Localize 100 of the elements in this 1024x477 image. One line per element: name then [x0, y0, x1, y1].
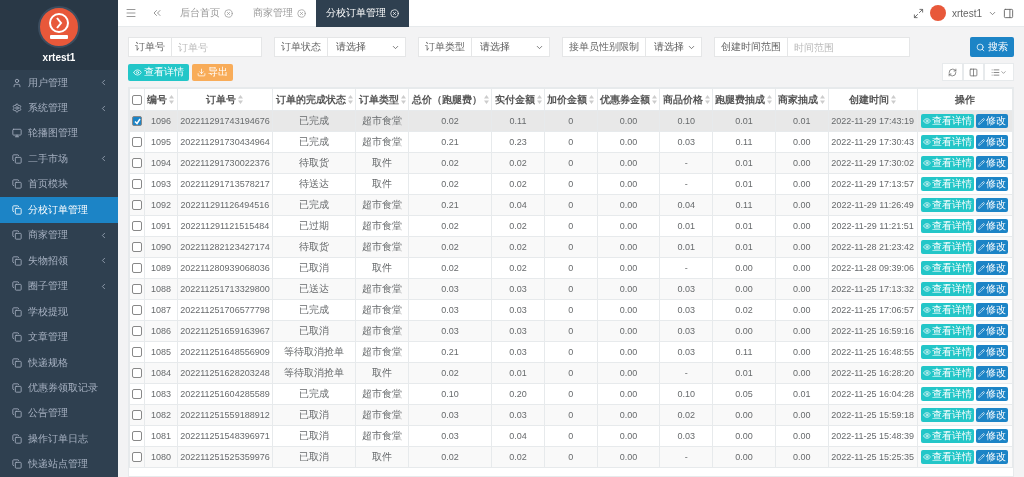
- sidebar-item[interactable]: 分校订单管理: [0, 197, 118, 223]
- checkbox[interactable]: [132, 200, 143, 210]
- edit-button[interactable]: 修改: [976, 450, 1009, 465]
- tab[interactable]: 后台首页: [170, 0, 243, 27]
- edit-button[interactable]: 修改: [976, 177, 1009, 192]
- checkbox[interactable]: [132, 452, 143, 462]
- search-button[interactable]: 搜索: [970, 37, 1014, 57]
- column-header[interactable]: 商品价格: [659, 88, 713, 111]
- sidebar-item[interactable]: 优惠券领取记录: [0, 375, 118, 401]
- view-detail-button[interactable]: 查看详情: [921, 134, 975, 149]
- table-cell: 0.00: [775, 425, 829, 447]
- columns-icon[interactable]: [963, 63, 984, 81]
- column-header[interactable]: 编号: [144, 88, 178, 111]
- checkbox[interactable]: [132, 158, 143, 168]
- column-header[interactable]: 实付金额: [491, 88, 545, 111]
- edit-button[interactable]: 修改: [976, 324, 1009, 339]
- column-header[interactable]: 操作: [917, 88, 1013, 111]
- sidebar-item[interactable]: 系统管理: [0, 95, 118, 121]
- edit-button[interactable]: 修改: [976, 219, 1009, 234]
- list-icon[interactable]: [984, 63, 1014, 81]
- edit-button[interactable]: 修改: [976, 282, 1009, 297]
- sidebar-item[interactable]: 公告管理: [0, 400, 118, 427]
- table-cell: 0.03: [491, 278, 545, 300]
- checkbox[interactable]: [132, 389, 143, 399]
- edit-button[interactable]: 修改: [976, 345, 1009, 360]
- table-cell: 0.04: [659, 194, 713, 216]
- column-header[interactable]: 订单类型: [355, 88, 409, 111]
- column-header[interactable]: 加价金额: [544, 88, 598, 111]
- user-menu[interactable]: xrtest1: [952, 7, 982, 19]
- edit-button[interactable]: 修改: [976, 387, 1009, 402]
- column-header[interactable]: 跑腿费抽成: [712, 88, 776, 111]
- sidebar-item[interactable]: 轮播图管理: [0, 120, 118, 147]
- checkbox[interactable]: [132, 179, 143, 189]
- view-detail-button[interactable]: 查看详情: [921, 323, 975, 338]
- edit-button[interactable]: 修改: [976, 366, 1009, 381]
- checkbox[interactable]: [132, 347, 143, 357]
- column-header[interactable]: 订单号: [177, 88, 273, 111]
- sidebar-item[interactable]: 文章管理: [0, 324, 118, 350]
- checkbox[interactable]: [132, 284, 143, 294]
- checkbox[interactable]: [132, 137, 143, 147]
- view-detail-button[interactable]: 查看详情: [921, 260, 975, 275]
- checkbox[interactable]: [132, 116, 143, 126]
- avatar[interactable]: [930, 5, 946, 21]
- view-detail-button[interactable]: 查看详情: [921, 176, 975, 191]
- tab[interactable]: 商家管理: [243, 0, 316, 27]
- view-detail-button[interactable]: 查看详情: [921, 218, 975, 233]
- column-header[interactable]: 创建时间: [828, 88, 918, 111]
- fullscreen-icon[interactable]: [913, 7, 924, 19]
- checkbox[interactable]: [132, 242, 143, 252]
- checkbox[interactable]: [132, 94, 143, 105]
- view-detail-button[interactable]: 查看详情: [921, 197, 975, 212]
- view-detail-button[interactable]: 查看详情: [921, 365, 975, 380]
- column-header[interactable]: 总价（跑腿费）: [408, 88, 492, 111]
- sidebar-item[interactable]: 失物招领: [0, 248, 118, 274]
- view-detail-button[interactable]: 查看详情: [921, 449, 975, 464]
- edit-button[interactable]: 修改: [976, 303, 1009, 318]
- checkbox[interactable]: [132, 305, 143, 315]
- sidebar-item[interactable]: 二手市场: [0, 146, 118, 172]
- sidebar-item[interactable]: 首页模块: [0, 171, 118, 198]
- sidebar-item[interactable]: 学校提现: [0, 298, 118, 325]
- sidebar-item[interactable]: 用户管理: [0, 69, 118, 96]
- edit-button[interactable]: 修改: [976, 429, 1009, 444]
- view-detail-button[interactable]: 查看详情: [128, 63, 189, 81]
- table-cell: 0.02: [491, 152, 545, 174]
- checkbox[interactable]: [132, 410, 143, 420]
- checkbox[interactable]: [132, 431, 143, 441]
- edit-button[interactable]: 修改: [976, 198, 1009, 213]
- column-header[interactable]: 商家抽成: [775, 88, 829, 111]
- edit-button[interactable]: 修改: [976, 408, 1009, 423]
- view-detail-button[interactable]: 查看详情: [921, 155, 975, 170]
- checkbox[interactable]: [132, 221, 143, 231]
- column-header[interactable]: 优惠券金额: [597, 88, 660, 111]
- tab[interactable]: 分校订单管理: [316, 0, 409, 27]
- sidebar-item[interactable]: 快递站点管理: [0, 451, 118, 477]
- sidebar-item[interactable]: 操作订单日志: [0, 426, 118, 452]
- edit-button[interactable]: 修改: [976, 261, 1009, 276]
- table-cell: 超市食堂: [355, 194, 409, 216]
- column-header[interactable]: 订单的完成状态: [272, 88, 356, 111]
- view-detail-button[interactable]: 查看详情: [921, 407, 975, 422]
- sidebar-item[interactable]: 商家管理: [0, 222, 118, 249]
- sidebar-item[interactable]: 快递规格: [0, 349, 118, 376]
- input-field[interactable]: 创建时间范围 时间范围: [714, 37, 910, 57]
- checkbox[interactable]: [132, 263, 143, 273]
- view-detail-button[interactable]: 查看详情: [921, 344, 975, 359]
- panel-icon[interactable]: [1003, 7, 1014, 19]
- edit-button[interactable]: 修改: [976, 156, 1009, 171]
- sidebar-item[interactable]: 圈子管理: [0, 273, 118, 299]
- refresh-icon[interactable]: [942, 63, 963, 81]
- view-detail-button[interactable]: 查看详情: [921, 386, 975, 401]
- edit-button[interactable]: 修改: [976, 240, 1009, 255]
- view-detail-button[interactable]: 查看详情: [921, 239, 975, 254]
- edit-button[interactable]: 修改: [976, 135, 1009, 150]
- checkbox[interactable]: [132, 368, 143, 378]
- view-detail-button[interactable]: 查看详情: [921, 428, 975, 443]
- checkbox[interactable]: [132, 326, 143, 336]
- view-detail-button[interactable]: 查看详情: [921, 281, 975, 296]
- view-detail-button[interactable]: 查看详情: [921, 302, 975, 317]
- copy-icon: [12, 204, 22, 215]
- edit-button[interactable]: 修改: [976, 114, 1009, 129]
- view-detail-button[interactable]: 查看详情: [921, 113, 975, 128]
